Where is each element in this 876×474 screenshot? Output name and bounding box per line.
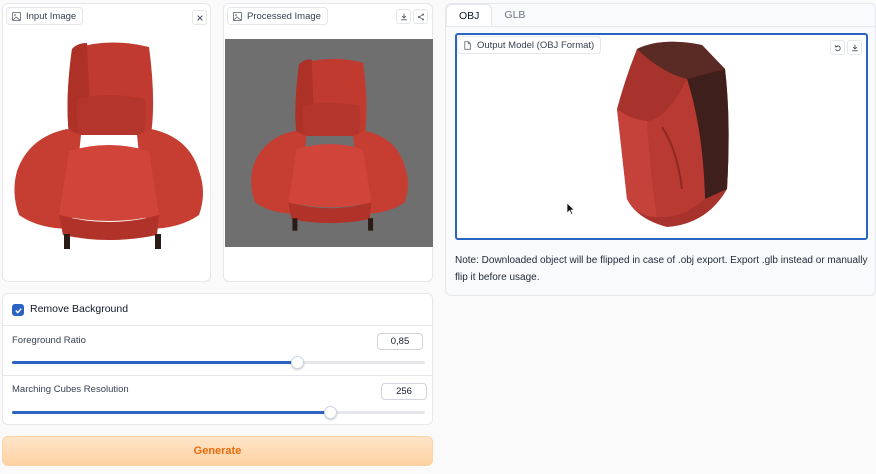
close-icon <box>196 14 203 21</box>
tab-glb[interactable]: GLB <box>492 4 537 26</box>
reset-view-button[interactable] <box>830 40 845 55</box>
processed-image-panel: Processed Image <box>223 3 433 282</box>
input-chair-image <box>14 42 203 249</box>
download-icon <box>400 13 407 20</box>
mc-resolution-row: Marching Cubes Resolution 256 <box>3 375 432 425</box>
foreground-ratio-fill <box>12 361 297 364</box>
app-page: Input Image Processed Image OBJ GLB Outp… <box>0 0 876 474</box>
foreground-ratio-slider[interactable] <box>12 356 425 369</box>
settings-panel: Remove Background Foreground Ratio 0,85 … <box>2 293 433 425</box>
file-icon <box>464 40 471 50</box>
export-note: Note: Downloaded object will be flipped … <box>455 255 868 283</box>
mouse-cursor-icon <box>566 202 576 216</box>
input-image-label-tag: Input Image <box>6 7 84 25</box>
clear-image-button[interactable] <box>192 10 207 25</box>
input-image-label: Input Image <box>26 10 77 22</box>
3d-chair-model <box>617 41 729 227</box>
model-viewer[interactable]: Output Model (OBJ Format) <box>455 33 868 240</box>
model-viewer-label: Output Model (OBJ Format) <box>477 39 595 51</box>
foreground-ratio-input[interactable]: 0,85 <box>377 333 423 350</box>
mc-resolution-fill <box>12 411 330 414</box>
download-processed-button[interactable] <box>396 9 411 24</box>
download-model-button[interactable] <box>847 40 862 55</box>
processed-image-label: Processed Image <box>247 10 321 22</box>
mc-resolution-label: Marching Cubes Resolution <box>12 384 129 395</box>
check-icon <box>14 307 22 314</box>
processed-chair-image <box>251 58 409 231</box>
tab-divider <box>446 26 875 27</box>
image-icon <box>12 11 21 21</box>
remove-background-row[interactable]: Remove Background <box>3 294 432 325</box>
foreground-ratio-row: Foreground Ratio 0,85 <box>3 325 432 375</box>
generate-button[interactable]: Generate <box>2 436 433 466</box>
foreground-ratio-thumb[interactable] <box>290 356 304 369</box>
image-icon <box>233 11 242 21</box>
share-icon <box>417 13 424 20</box>
mc-resolution-thumb[interactable] <box>324 406 337 419</box>
output-format-tabs: OBJ GLB <box>446 4 537 26</box>
input-image-panel[interactable]: Input Image <box>2 3 211 282</box>
share-processed-button[interactable] <box>413 9 428 24</box>
remove-background-checkbox[interactable] <box>12 304 24 316</box>
tab-obj[interactable]: OBJ <box>446 4 493 26</box>
download-icon <box>851 44 858 51</box>
remove-background-label: Remove Background <box>30 303 129 315</box>
mc-resolution-slider[interactable] <box>12 406 425 419</box>
foreground-ratio-label: Foreground Ratio <box>12 335 86 346</box>
undo-icon <box>833 44 841 51</box>
model-viewer-label-tag: Output Model (OBJ Format) <box>457 36 602 54</box>
mc-resolution-input[interactable]: 256 <box>381 383 427 400</box>
output-tabs-panel: OBJ GLB Output Model (OBJ Format) Note: … <box>445 3 876 296</box>
processed-image-label-tag: Processed Image <box>227 7 328 25</box>
